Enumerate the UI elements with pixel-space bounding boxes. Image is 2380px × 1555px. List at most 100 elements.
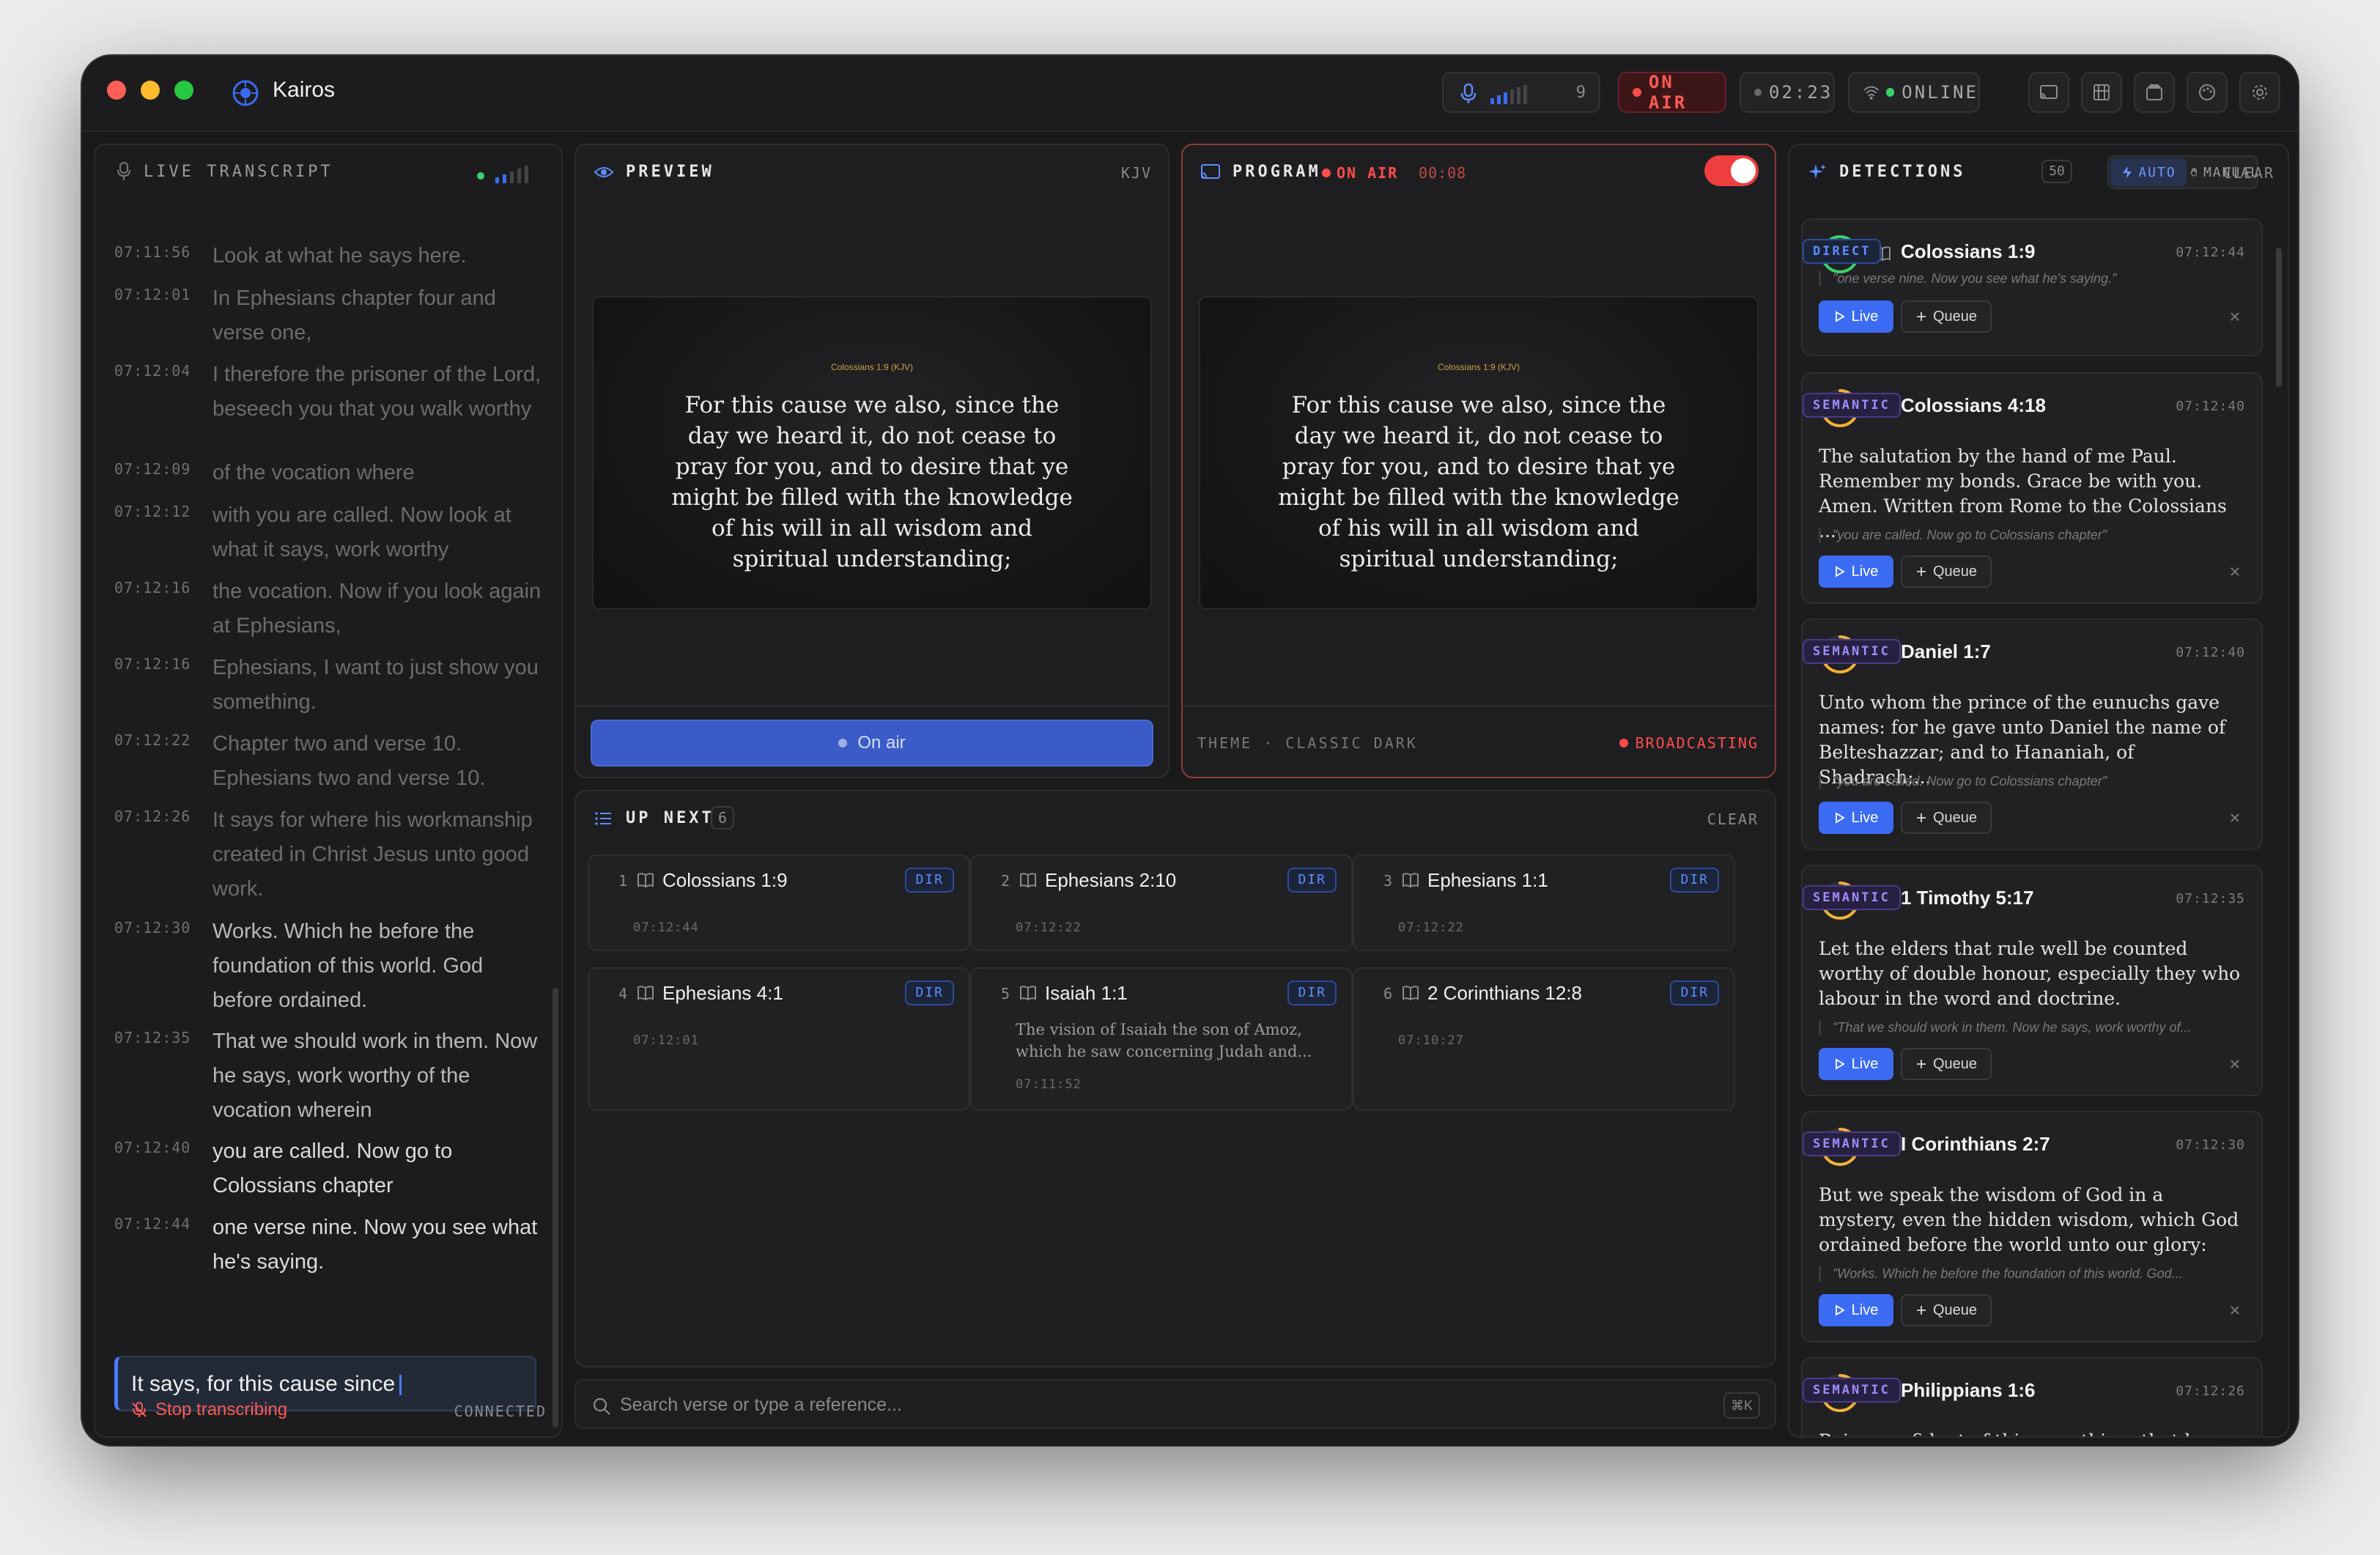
queue-item[interactable]: 3 Ephesians 1:1 DIR 07:12:22 bbox=[1353, 854, 1735, 951]
list-icon bbox=[595, 812, 611, 825]
stop-transcribing-label: Stop transcribing bbox=[155, 1400, 288, 1419]
queue-item[interactable]: 5 Isaiah 1:1 DIR The vision of Isaiah the s… bbox=[970, 967, 1353, 1111]
cast-icon bbox=[2040, 85, 2058, 99]
detection-reference[interactable]: 1 Timothy 5:17 bbox=[1901, 887, 2034, 909]
send-live-button[interactable]: Live bbox=[1819, 1048, 1893, 1080]
theme-button[interactable] bbox=[2187, 72, 2228, 113]
detection-type-badge: SEMANTIC bbox=[1803, 885, 1901, 910]
book-icon bbox=[638, 873, 654, 888]
mic-level-indicator[interactable]: 9 bbox=[1442, 72, 1600, 113]
detection-transcript-quote: "you are called. Now go to Colossians ch… bbox=[1819, 528, 2248, 543]
dismiss-icon[interactable] bbox=[2228, 1303, 2242, 1318]
queue-item-reference: Isaiah 1:1 bbox=[1045, 982, 1128, 1004]
broadcast-dot bbox=[1619, 739, 1628, 747]
transcript-timestamp: 07:11:56 bbox=[114, 243, 191, 261]
settings-button[interactable] bbox=[2239, 72, 2280, 113]
queue-item-number: 5 bbox=[1001, 985, 1010, 1002]
queue-item-badge: DIR bbox=[905, 980, 954, 1005]
detection-time: 07:12:40 bbox=[2176, 645, 2245, 660]
slide-verse-text: For this cause we also, since the day we… bbox=[671, 392, 1073, 572]
detection-reference[interactable]: Colossians 4:18 bbox=[1901, 394, 2046, 417]
broadcasting-label: BROADCASTING bbox=[1635, 734, 1759, 752]
dismiss-icon[interactable] bbox=[2228, 1057, 2242, 1071]
bible-version[interactable]: KJV bbox=[1121, 164, 1152, 182]
queue-item-time: 07:12:22 bbox=[1016, 920, 1082, 935]
broadcasting-status: BROADCASTING bbox=[1619, 734, 1759, 752]
queue-item[interactable]: 2 Ephesians 2:10 DIR 07:12:22 bbox=[970, 854, 1353, 951]
search-input[interactable] bbox=[620, 1391, 1704, 1419]
live-label: Live bbox=[1851, 308, 1879, 325]
detections-scrollbar[interactable] bbox=[2276, 248, 2282, 387]
detections-clear-button[interactable]: CLEAR bbox=[2223, 164, 2274, 182]
transcript-text: In Ephesians chapter four and verse one, bbox=[212, 287, 496, 344]
send-live-button[interactable]: Live bbox=[1819, 802, 1893, 834]
detection-transcript-quote: "one verse nine. Now you see what he's s… bbox=[1819, 271, 2248, 287]
queue-item[interactable]: 4 Ephesians 4:1 DIR 07:12:01 bbox=[588, 967, 970, 1111]
send-on-air-button[interactable]: On air bbox=[591, 720, 1153, 767]
detection-card: 75Colossians 4:18SEMANTIC07:12:40The sal… bbox=[1801, 372, 2263, 604]
transcript-timestamp: 07:12:44 bbox=[114, 1215, 191, 1233]
transcript-scrollbar[interactable] bbox=[552, 988, 558, 1427]
queue-item-reference: Colossians 1:9 bbox=[662, 869, 788, 891]
send-on-air-label: On air bbox=[857, 733, 906, 753]
book-icon bbox=[1402, 873, 1419, 888]
cast-button[interactable] bbox=[2028, 72, 2069, 113]
search-icon bbox=[593, 1397, 610, 1415]
library-button[interactable] bbox=[2134, 72, 2175, 113]
queue-item[interactable]: 1 Colossians 1:9 DIR 07:12:44 bbox=[588, 854, 970, 951]
detection-card: 71Philippians 1:6SEMANTIC07:12:26Being c… bbox=[1801, 1357, 2263, 1436]
transcript-timestamp: 07:12:01 bbox=[114, 286, 191, 303]
mode-auto-button[interactable]: AUTO bbox=[2110, 158, 2187, 186]
transcript-connection-status: CONNECTED bbox=[454, 1403, 547, 1420]
send-live-button[interactable]: Live bbox=[1819, 555, 1893, 588]
queue-item-number: 4 bbox=[618, 985, 628, 1002]
detection-reference[interactable]: Colossians 1:9 bbox=[1901, 240, 2036, 263]
microphone-icon bbox=[117, 162, 130, 180]
program-theme-label[interactable]: THEME · CLASSIC DARK bbox=[1197, 734, 1418, 752]
gear-icon bbox=[2252, 85, 2267, 100]
on-air-label: ON AIR bbox=[1648, 72, 1688, 113]
on-air-dot bbox=[1633, 88, 1641, 97]
program-timer: 00:08 bbox=[1419, 164, 1467, 182]
transcript-timestamp: 07:12:26 bbox=[114, 808, 191, 825]
detection-reference[interactable]: Philippians 1:6 bbox=[1901, 1379, 2036, 1402]
send-live-button[interactable]: Live bbox=[1819, 300, 1893, 333]
transcript-timestamp: 07:12:12 bbox=[114, 503, 191, 520]
add-to-queue-button[interactable]: Queue bbox=[1901, 555, 1992, 588]
app-logo-icon bbox=[232, 80, 259, 106]
queue-label: Queue bbox=[1932, 308, 1978, 325]
program-live-toggle[interactable] bbox=[1704, 155, 1759, 186]
live-label: Live bbox=[1851, 1055, 1879, 1072]
add-to-queue-button[interactable]: Queue bbox=[1901, 1294, 1992, 1326]
detection-type-badge: SEMANTIC bbox=[1803, 393, 1901, 418]
add-to-queue-button[interactable]: Queue bbox=[1901, 802, 1992, 834]
preview-slide: Colossians 1:9 (KJV) For this cause we a… bbox=[592, 296, 1152, 610]
add-to-queue-button[interactable]: Queue bbox=[1901, 1048, 1992, 1080]
book-icon bbox=[1020, 873, 1036, 888]
program-on-air-indicator: ON AIR bbox=[1322, 164, 1398, 182]
detection-transcript-quote: "Works. Which he before the foundation o… bbox=[1819, 1266, 2248, 1282]
detection-reference[interactable]: I Corinthians 2:7 bbox=[1901, 1133, 2050, 1156]
up-next-clear-button[interactable]: CLEAR bbox=[1707, 810, 1759, 828]
stop-transcribing-button[interactable]: Stop transcribing bbox=[130, 1395, 287, 1425]
text-caret bbox=[399, 1375, 402, 1396]
window-close-button[interactable] bbox=[107, 81, 126, 100]
slide-verse-text: For this cause we also, since the day we… bbox=[1278, 392, 1679, 572]
dismiss-icon[interactable] bbox=[2228, 564, 2242, 579]
search-bar: ⌘K bbox=[574, 1379, 1776, 1429]
preview-title: PREVIEW bbox=[626, 163, 714, 181]
detection-time: 07:12:44 bbox=[2176, 245, 2245, 260]
window-minimize-button[interactable] bbox=[141, 81, 160, 100]
dismiss-icon[interactable] bbox=[2228, 309, 2242, 324]
program-title: PROGRAM bbox=[1232, 163, 1321, 181]
layout-button[interactable] bbox=[2081, 72, 2122, 113]
window-maximize-button[interactable] bbox=[174, 81, 193, 100]
dismiss-icon[interactable] bbox=[2228, 810, 2242, 825]
transcript-text: Look at what he says here. bbox=[212, 244, 467, 267]
detection-reference[interactable]: Daniel 1:7 bbox=[1901, 640, 1991, 663]
queue-item-reference: Ephesians 4:1 bbox=[662, 982, 783, 1004]
queue-item[interactable]: 6 2 Corinthians 12:8 DIR 07:10:27 bbox=[1353, 967, 1735, 1111]
add-to-queue-button[interactable]: Queue bbox=[1901, 300, 1992, 333]
search-shortcut-hint: ⌘K bbox=[1723, 1392, 1760, 1419]
send-live-button[interactable]: Live bbox=[1819, 1294, 1893, 1326]
